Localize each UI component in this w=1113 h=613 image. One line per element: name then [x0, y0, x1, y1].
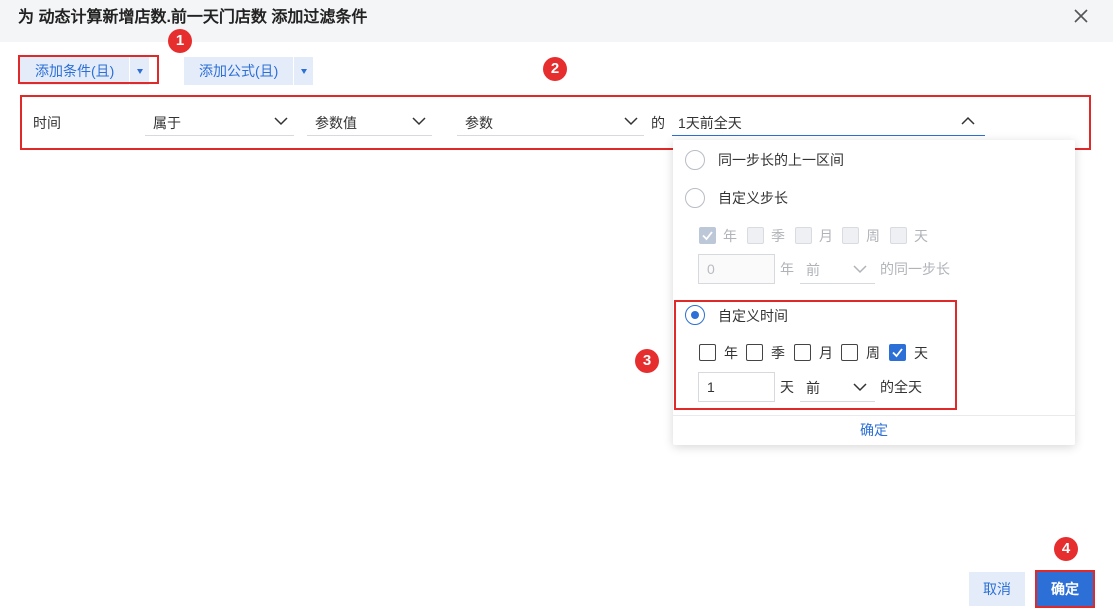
- highlight-box-1: [18, 55, 159, 84]
- step-suffix: 的同一步长: [880, 261, 950, 277]
- check-icon: [702, 231, 713, 241]
- custom-step-label: 自定义步长: [718, 190, 788, 206]
- close-icon[interactable]: [1071, 6, 1091, 26]
- highlight-box-4: [1035, 570, 1095, 608]
- step-unit-day: 天: [914, 228, 928, 244]
- add-formula-label[interactable]: 添加公式(且): [184, 57, 293, 85]
- chevron-down-icon: [853, 265, 867, 274]
- param-select[interactable]: 参数: [457, 108, 644, 136]
- chevron-up-icon: [961, 116, 975, 125]
- chevron-down-icon: [624, 117, 638, 126]
- badge-4: 4: [1054, 537, 1078, 561]
- cancel-button[interactable]: 取消: [969, 572, 1025, 606]
- chevron-down-icon: [412, 117, 426, 126]
- add-formula-dropdown[interactable]: [293, 57, 313, 85]
- step-unit-label: 年: [780, 261, 794, 277]
- step-checkbox-week: [842, 227, 859, 244]
- step-amount-input: 0: [698, 254, 775, 284]
- time-value-select[interactable]: 1天前全天: [672, 108, 985, 136]
- badge-1: 1: [168, 29, 192, 53]
- prev-interval-label: 同一步长的上一区间: [718, 152, 844, 168]
- caret-down-icon: [300, 68, 307, 74]
- value-type-select[interactable]: 参数值: [307, 108, 432, 136]
- add-formula-button[interactable]: 添加公式(且): [184, 57, 314, 85]
- operator-select[interactable]: 属于: [145, 108, 294, 136]
- step-unit-week: 周: [866, 228, 880, 244]
- operator-value: 属于: [153, 115, 181, 131]
- dialog-header: 为 动态计算新增店数.前一天门店数 添加过滤条件: [0, 0, 1113, 42]
- highlight-box-3: [674, 300, 957, 410]
- value-type-value: 参数值: [315, 115, 357, 131]
- dropdown-confirm-button[interactable]: 确定: [673, 420, 1075, 440]
- dialog-title: 为 动态计算新增店数.前一天门店数 添加过滤条件: [18, 9, 368, 26]
- chevron-down-icon: [274, 117, 288, 126]
- step-direction-select: 前: [800, 254, 875, 284]
- step-unit-year: 年: [723, 228, 737, 244]
- radio-custom-step[interactable]: [685, 188, 705, 208]
- filter-field-label: 时间: [33, 115, 61, 131]
- badge-3: 3: [635, 349, 659, 373]
- param-value: 参数: [465, 115, 493, 131]
- time-value: 1天前全天: [678, 115, 742, 131]
- step-checkbox-month: [795, 227, 812, 244]
- radio-prev-interval[interactable]: [685, 150, 705, 170]
- step-unit-quarter: 季: [771, 228, 785, 244]
- dropdown-divider: [673, 415, 1075, 416]
- badge-2: 2: [543, 57, 567, 81]
- step-checkbox-year: [699, 227, 716, 244]
- step-unit-month: 月: [819, 228, 833, 244]
- connector-label: 的: [651, 115, 665, 131]
- step-direction-value: 前: [806, 262, 820, 278]
- step-checkbox-quarter: [747, 227, 764, 244]
- step-checkbox-day: [890, 227, 907, 244]
